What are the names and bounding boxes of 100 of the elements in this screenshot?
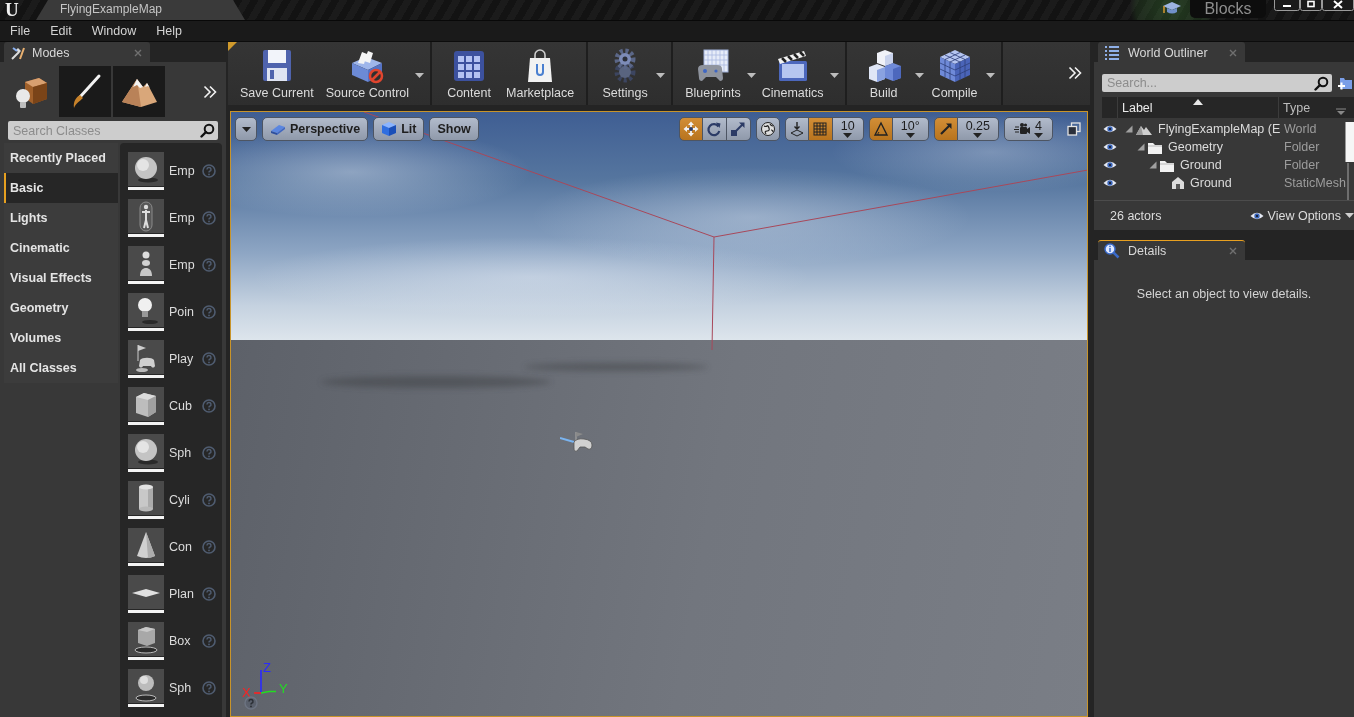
help-icon[interactable] — [244, 696, 258, 710]
class-list-item[interactable]: Cub — [120, 382, 222, 429]
caret-icon[interactable] — [241, 126, 251, 132]
mode-button[interactable] — [113, 66, 165, 117]
view-mode-button[interactable]: Lit — [373, 117, 425, 141]
menu-item[interactable]: Edit — [40, 21, 82, 41]
scale-snap-value[interactable]: 0.25 — [957, 117, 999, 141]
view-options-button[interactable]: View Options — [1249, 208, 1354, 223]
eye-icon[interactable] — [1103, 160, 1117, 170]
compile-button[interactable]: Compile — [923, 42, 986, 100]
actor-label[interactable]: Ground — [1190, 176, 1232, 190]
category-tab[interactable]: Basic — [4, 173, 118, 203]
viewport-menu-button[interactable] — [235, 117, 257, 141]
column-header[interactable]: Type — [1279, 97, 1354, 118]
category-tab[interactable]: Recently Placed — [4, 143, 118, 173]
restore-button[interactable] — [1300, 0, 1322, 11]
panel-tab[interactable]: World Outliner — [1098, 42, 1245, 62]
projection-button[interactable]: Perspective — [262, 117, 369, 141]
caret-icon[interactable] — [905, 133, 915, 138]
blueprints-button[interactable]: Blueprints — [679, 42, 747, 100]
pawn-icon — [128, 245, 164, 284]
scale-snap-button[interactable] — [933, 117, 958, 141]
double-chevron-icon[interactable] — [203, 84, 217, 99]
scale-tool-button[interactable] — [726, 117, 751, 141]
eye-icon[interactable] — [1103, 124, 1117, 134]
caret-icon[interactable] — [973, 133, 983, 138]
class-list-item[interactable]: Poin — [120, 288, 222, 335]
source-control-button[interactable]: Source Control — [319, 42, 416, 100]
category-tab[interactable]: Geometry — [4, 293, 118, 323]
caret-icon[interactable] — [1345, 213, 1354, 218]
show-flags-button[interactable]: Show — [429, 117, 479, 141]
caret-icon[interactable] — [843, 133, 853, 138]
four-arrows-icon — [682, 121, 699, 137]
search-field[interactable]: Search... — [1102, 74, 1332, 92]
maximize-icon[interactable] — [1067, 122, 1081, 136]
plus-folder-icon[interactable] — [1337, 75, 1353, 91]
rotation-snap-button[interactable] — [868, 117, 893, 141]
cinematics-button[interactable]: Cinematics — [755, 42, 830, 100]
double-chevron-icon[interactable] — [1068, 66, 1082, 80]
search-field[interactable]: Search Classes — [8, 121, 218, 140]
eye-icon[interactable] — [1103, 178, 1117, 188]
column-header[interactable]: Label — [1118, 97, 1279, 118]
content-button[interactable]: Content — [438, 42, 501, 100]
build-button[interactable]: Build — [852, 42, 915, 100]
category-tab[interactable]: Lights — [4, 203, 118, 233]
translate-tool-button[interactable] — [678, 117, 703, 141]
class-list-item[interactable]: Sph — [120, 429, 222, 476]
class-list-item[interactable]: Plan — [120, 570, 222, 617]
menu-item[interactable]: File — [0, 21, 41, 41]
class-list-item[interactable]: Sph — [120, 664, 222, 711]
expand-arrow-icon[interactable] — [1137, 143, 1145, 151]
graduation-cap-icon[interactable] — [1162, 1, 1182, 16]
class-list-item[interactable]: Emp — [120, 147, 222, 194]
search-icon[interactable] — [200, 123, 215, 138]
caret-icon[interactable] — [746, 73, 756, 78]
rotate-tool-button[interactable] — [702, 117, 727, 141]
marketplace-button[interactable]: Marketplace — [500, 42, 581, 100]
panel-tab[interactable]: Details — [1098, 240, 1245, 260]
class-list-item[interactable]: Emp — [120, 241, 222, 288]
minimize-button[interactable] — [1274, 0, 1300, 11]
rotation-snap-value[interactable]: 10° — [892, 117, 929, 141]
grid-snap-button[interactable] — [808, 117, 833, 141]
close-button[interactable] — [1322, 0, 1354, 11]
camera-speed-button[interactable]: 4 — [1004, 117, 1053, 141]
category-tab[interactable]: Volumes — [4, 323, 118, 353]
caret-icon[interactable] — [829, 73, 839, 78]
coordinate-space-button[interactable] — [755, 117, 780, 141]
actor-label[interactable]: FlyingExampleMap (E — [1158, 122, 1281, 136]
expand-arrow-icon[interactable] — [1125, 125, 1133, 133]
surface-snap-button[interactable] — [784, 117, 809, 141]
expand-arrow-icon[interactable] — [1149, 161, 1157, 169]
column-menu-icon[interactable] — [1336, 108, 1346, 116]
class-list-item[interactable]: Con — [120, 523, 222, 570]
category-tab[interactable]: Cinematic — [4, 233, 118, 263]
caret-icon[interactable] — [656, 73, 666, 78]
folder-icon — [1159, 158, 1175, 172]
sphere-on-ring-icon — [128, 668, 164, 707]
actor-label[interactable]: Geometry — [1168, 140, 1223, 154]
class-list-item[interactable]: Emp — [120, 194, 222, 241]
search-icon[interactable] — [1314, 75, 1329, 91]
menu-item[interactable]: Window — [81, 21, 147, 41]
class-list-item[interactable]: Box — [120, 617, 222, 664]
scrollbar[interactable] — [1347, 163, 1349, 200]
caret-icon[interactable] — [914, 73, 924, 78]
grid-snap-value[interactable]: 10 — [832, 117, 864, 141]
save-button[interactable]: Save Current — [234, 42, 320, 100]
caret-icon[interactable] — [985, 73, 995, 78]
panel-tab[interactable]: Modes — [4, 42, 150, 62]
category-tab[interactable]: All Classes — [4, 353, 118, 383]
document-tab[interactable]: FlyingExampleMap — [36, 0, 245, 20]
category-tab[interactable]: Visual Effects — [4, 263, 118, 293]
settings-button[interactable]: Settings — [594, 42, 657, 100]
mode-button[interactable] — [59, 66, 111, 117]
class-list-item[interactable]: Play — [120, 335, 222, 382]
actor-label[interactable]: Ground — [1180, 158, 1222, 172]
class-list-item[interactable]: Cyli — [120, 476, 222, 523]
menu-item[interactable]: Help — [146, 21, 192, 41]
eye-icon[interactable] — [1103, 142, 1117, 152]
caret-icon[interactable] — [415, 73, 425, 78]
caret-icon[interactable] — [1034, 133, 1043, 138]
